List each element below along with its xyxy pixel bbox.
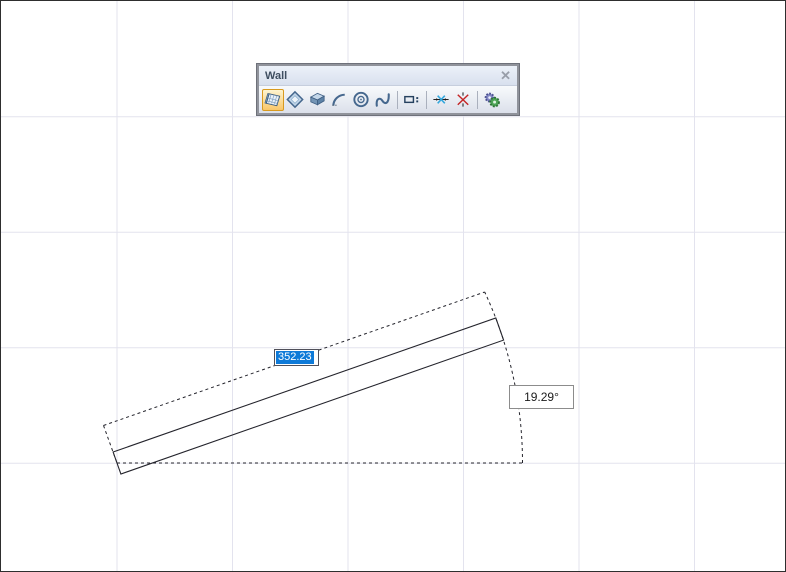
wall-single-icon xyxy=(402,89,422,110)
close-icon[interactable]: ✕ xyxy=(500,70,511,82)
gears-icon xyxy=(482,89,502,110)
wall-single-button[interactable] xyxy=(401,89,423,111)
wall-curved-button[interactable] xyxy=(328,89,350,111)
wall-corner-button[interactable] xyxy=(306,89,328,111)
wall-settings-button[interactable] xyxy=(481,89,503,111)
toolbar-titlebar[interactable]: Wall ✕ xyxy=(259,66,517,86)
wall-circular-button[interactable] xyxy=(350,89,372,111)
angle-label: 19.29° xyxy=(509,385,574,409)
angle-value: 19.29° xyxy=(524,390,559,404)
wall-toolbar: Wall ✕ xyxy=(257,64,519,115)
wall-spline-icon xyxy=(373,89,393,110)
length-input-value: 352.23 xyxy=(276,351,314,364)
wall-straight-button[interactable] xyxy=(262,89,284,111)
wall-circular-icon xyxy=(351,89,371,110)
break-wall-button[interactable] xyxy=(430,89,452,111)
intersect-wall-button[interactable] xyxy=(452,89,474,111)
angle-arc-dashed xyxy=(485,292,523,463)
wall-polygon-icon xyxy=(285,89,305,110)
toolbar-icon-row xyxy=(259,86,517,113)
toolbar-separator xyxy=(426,91,427,109)
wall-outline xyxy=(113,318,504,474)
wall-spline-button[interactable] xyxy=(372,89,394,111)
intersect-wall-icon xyxy=(453,89,473,110)
cad-viewport: Wall ✕ xyxy=(0,0,786,572)
toolbar-title: Wall xyxy=(265,70,287,82)
length-input[interactable]: 352.23 xyxy=(274,349,319,366)
wall-curved-icon xyxy=(329,89,349,110)
toolbar-separator xyxy=(397,91,398,109)
wall-polygon-button[interactable] xyxy=(284,89,306,111)
toolbar-separator xyxy=(477,91,478,109)
wall-straight-icon xyxy=(263,89,283,110)
wall-corner-icon xyxy=(307,89,327,110)
break-wall-icon xyxy=(431,89,451,110)
